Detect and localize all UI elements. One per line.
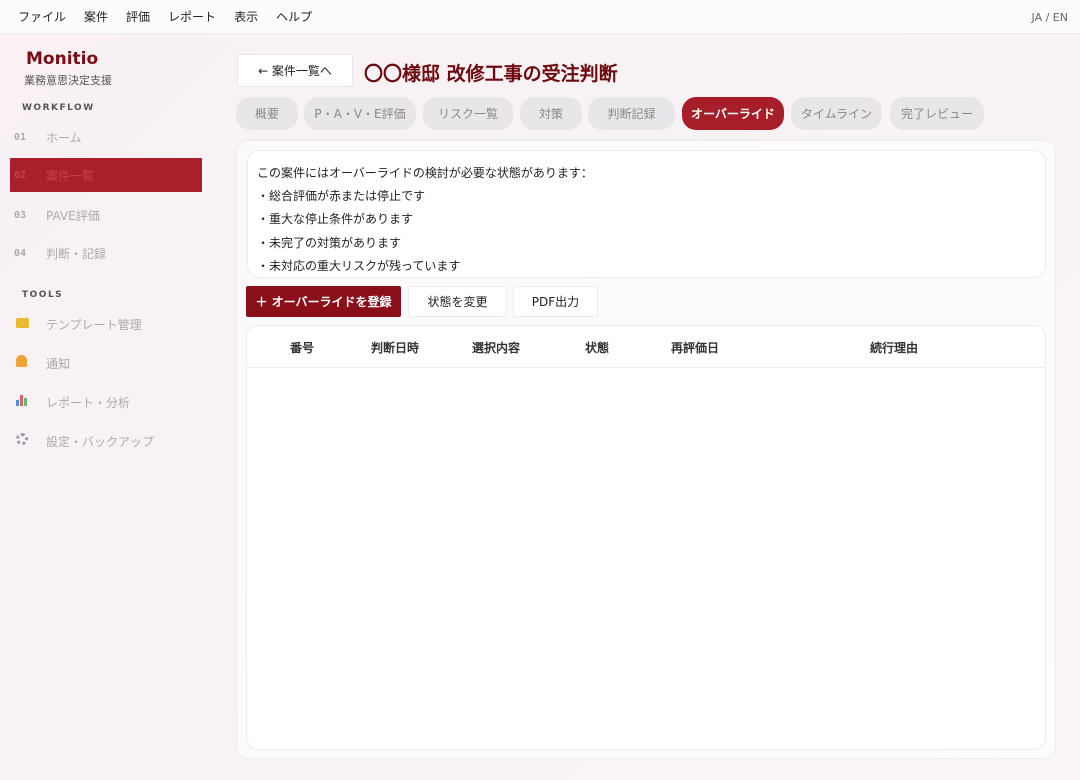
folder-icon (10, 317, 46, 332)
sidebar-item-label: PAVE評価 (46, 208, 100, 223)
sidebar-item-settings[interactable]: 設定・バックアップ (10, 424, 202, 458)
bell-icon (10, 355, 46, 371)
brand-logo: Monitio (26, 49, 99, 69)
menu-help[interactable]: ヘルプ (276, 8, 312, 25)
menu-view[interactable]: 表示 (234, 8, 258, 25)
tab-overview[interactable]: 概要 (236, 97, 298, 130)
sidebar-item-templates[interactable]: テンプレート管理 (10, 307, 202, 341)
column-header-selection[interactable]: 選択内容 (472, 339, 520, 356)
sidebar: Monitio 業務意思決定支援 WORKFLOW 01 ホーム 02 案件一覧… (0, 34, 212, 780)
tab-decision-record[interactable]: 判断記録 (588, 97, 675, 130)
sidebar-item-label: 判断・記録 (46, 246, 107, 261)
tab-countermeasures[interactable]: 対策 (520, 97, 582, 130)
sidebar-item-reports[interactable]: レポート・分析 (10, 385, 202, 419)
override-table: 番号 判断日時 選択内容 状態 再評価日 続行理由 (246, 325, 1046, 750)
sidebar-item-label: 通知 (46, 356, 71, 371)
notice-line: ・未対応の重大リスクが残っています (257, 258, 461, 273)
menu-case[interactable]: 案件 (84, 8, 108, 25)
table-header: 番号 判断日時 選択内容 状態 再評価日 続行理由 (247, 326, 1045, 368)
sidebar-item-notifications[interactable]: 通知 (10, 346, 202, 380)
menu-report[interactable]: レポート (168, 8, 216, 25)
tab-risk-list[interactable]: リスク一覧 (423, 97, 513, 130)
register-override-button[interactable]: ＋ オーバーライドを登録 (246, 286, 401, 317)
sidebar-item-decision[interactable]: 04 判断・記録 (10, 236, 202, 270)
sidebar-item-home[interactable]: 01 ホーム (10, 120, 202, 154)
sidebar-item-label: テンプレート管理 (46, 317, 142, 332)
column-header-status[interactable]: 状態 (585, 339, 609, 356)
column-header-decision-datetime[interactable]: 判断日時 (371, 339, 419, 356)
override-notice: この案件にはオーバーライドの検討が必要な状態があります： ・総合評価が赤または停… (247, 150, 1046, 278)
column-header-number[interactable]: 番号 (290, 339, 314, 356)
language-toggle[interactable]: JA / EN (1032, 11, 1068, 24)
menu-file[interactable]: ファイル (18, 8, 66, 25)
notice-line: ・重大な停止条件があります (257, 212, 414, 227)
brand-subtitle: 業務意思決定支援 (24, 74, 112, 87)
workflow-section-label: WORKFLOW (22, 103, 95, 113)
nav-number: 04 (14, 247, 27, 259)
column-header-reevaluation-date[interactable]: 再評価日 (671, 339, 719, 356)
nav-number: 01 (14, 131, 27, 143)
notice-line: ・未完了の対策があります (257, 235, 402, 250)
chart-icon (10, 394, 46, 410)
back-to-case-list-button[interactable]: ← 案件一覧へ (237, 54, 353, 87)
tab-completion-review[interactable]: 完了レビュー (890, 97, 984, 130)
tab-pave-evaluation[interactable]: P・A・V・E評価 (304, 97, 416, 130)
nav-number: 03 (14, 209, 27, 221)
page-title: 〇〇様邸 改修工事の受注判断 (364, 63, 618, 85)
sidebar-item-label: 設定・バックアップ (46, 434, 155, 449)
sidebar-item-label: 案件一覧 (46, 168, 95, 183)
sidebar-item-pave[interactable]: 03 PAVE評価 (10, 198, 202, 232)
pdf-export-button[interactable]: PDF出力 (513, 286, 598, 317)
sidebar-item-label: レポート・分析 (46, 395, 131, 410)
menu-bar: ファイル 案件 評価 レポート 表示 ヘルプ JA / EN (0, 0, 1080, 34)
menu-evaluation[interactable]: 評価 (126, 8, 150, 25)
notice-line: ・総合評価が赤または停止です (257, 189, 426, 204)
tab-override[interactable]: オーバーライド (682, 97, 784, 130)
nav-number: 02 (14, 169, 27, 181)
sidebar-item-label: ホーム (46, 130, 82, 145)
column-header-continuation-reason[interactable]: 続行理由 (870, 339, 918, 356)
notice-heading: この案件にはオーバーライドの検討が必要な状態があります： (257, 166, 593, 180)
sidebar-item-case-list[interactable]: 02 案件一覧 (10, 158, 202, 192)
tools-section-label: TOOLS (22, 290, 64, 300)
change-status-button[interactable]: 状態を変更 (408, 286, 507, 317)
gear-icon (10, 433, 46, 449)
tab-timeline[interactable]: タイムライン (791, 97, 882, 130)
